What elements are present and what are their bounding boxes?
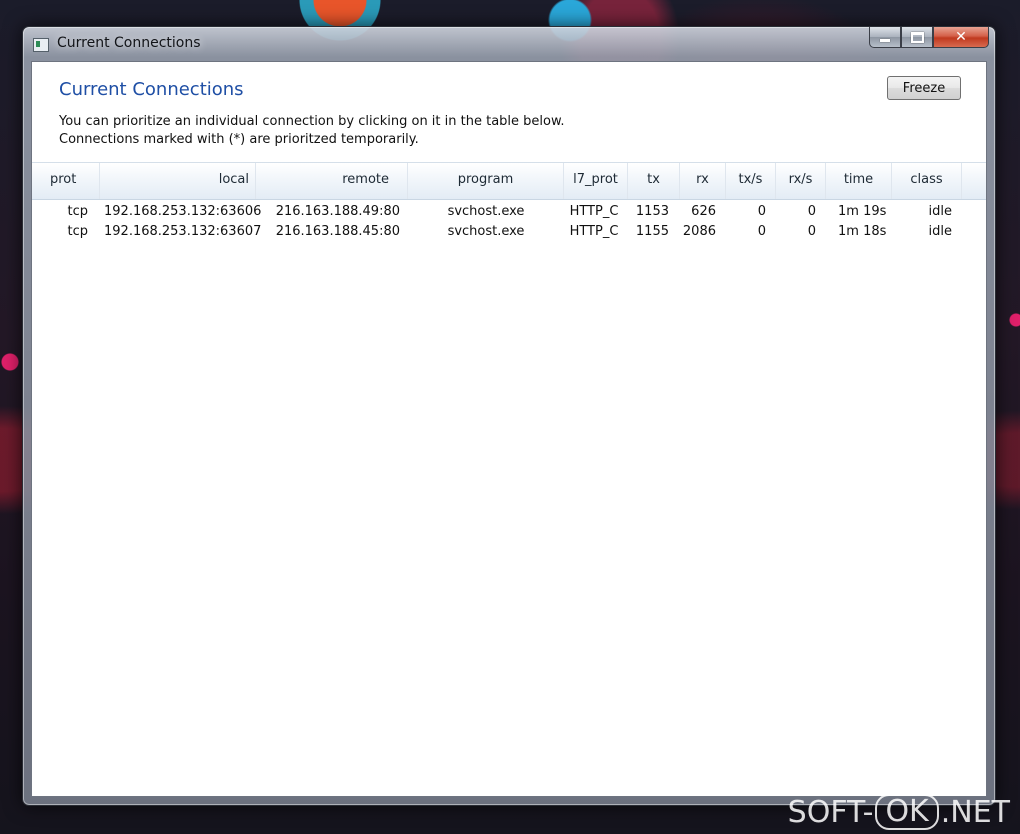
column-header-tx-per-s[interactable]: tx/s: [726, 163, 776, 199]
maximize-button[interactable]: [901, 27, 933, 48]
maximize-icon: [910, 31, 924, 43]
cell-rx: 626: [691, 204, 716, 219]
description-line-2: Connections marked with (*) are prioritz…: [59, 132, 419, 147]
caption-buttons: ✕: [869, 27, 989, 48]
cell-prot: tcp: [67, 224, 89, 239]
column-header-program[interactable]: program: [408, 163, 564, 199]
cell-time: 1m 18s: [838, 224, 887, 239]
table-header: prot local remote program l7_prot tx rx …: [32, 162, 986, 200]
cell-prot: tcp: [67, 204, 89, 219]
page-title: Current Connections: [59, 79, 244, 100]
watermark-text-part3: .NET: [940, 794, 1010, 830]
current-connections-window: Current Connections ✕ Current Connection…: [22, 26, 996, 806]
connections-table: tcp 192.168.253.132:63606 216.163.188.49…: [32, 202, 986, 242]
cell-rx-per-s: 0: [807, 204, 816, 219]
cell-rx-per-s: 0: [807, 224, 816, 239]
close-icon: ✕: [955, 29, 967, 45]
column-header-local[interactable]: local: [100, 163, 256, 199]
cell-tx-per-s: 0: [757, 224, 766, 239]
cell-l7-prot: HTTP_C: [569, 224, 619, 239]
column-header-prot[interactable]: prot: [32, 163, 100, 199]
app-window-icon: [33, 38, 49, 52]
close-button[interactable]: ✕: [933, 27, 989, 48]
cell-l7-prot: HTTP_C: [569, 204, 619, 219]
freeze-button[interactable]: Freeze: [887, 76, 961, 100]
column-header-l7-prot[interactable]: l7_prot: [564, 163, 628, 199]
watermark-text-part1: SOFT-: [787, 794, 874, 830]
cell-tx-per-s: 0: [757, 204, 766, 219]
cell-class: idle: [928, 204, 952, 219]
cell-class: idle: [928, 224, 952, 239]
cell-tx: 1153: [635, 204, 669, 219]
column-header-class[interactable]: class: [892, 163, 962, 199]
cell-program: svchost.exe: [447, 224, 525, 239]
column-header-rx[interactable]: rx: [680, 163, 726, 199]
cell-program: svchost.exe: [447, 204, 525, 219]
column-header-remote[interactable]: remote: [256, 163, 408, 199]
column-header-tx[interactable]: tx: [628, 163, 680, 199]
client-area: Current Connections You can prioritize a…: [31, 61, 987, 797]
minimize-icon: [880, 38, 890, 42]
cell-rx: 2086: [682, 224, 716, 239]
description-line-1: You can prioritize an individual connect…: [59, 114, 565, 129]
minimize-button[interactable]: [869, 27, 901, 48]
cell-remote: 216.163.188.49:80: [275, 204, 400, 219]
title-bar[interactable]: Current Connections ✕: [23, 27, 995, 61]
column-header-rx-per-s[interactable]: rx/s: [776, 163, 826, 199]
cell-local: 192.168.253.132:63607: [104, 224, 262, 239]
table-row[interactable]: tcp 192.168.253.132:63606 216.163.188.49…: [32, 202, 986, 222]
cell-time: 1m 19s: [838, 204, 887, 219]
description: You can prioritize an individual connect…: [59, 113, 565, 149]
table-row[interactable]: tcp 192.168.253.132:63607 216.163.188.45…: [32, 222, 986, 242]
cell-local: 192.168.253.132:63606: [104, 204, 262, 219]
watermark-text-part2: OK: [875, 794, 939, 830]
cell-remote: 216.163.188.45:80: [275, 224, 400, 239]
cell-tx: 1155: [635, 224, 669, 239]
watermark-logo: SOFT- OK .NET: [788, 794, 1010, 830]
window-title: Current Connections: [57, 35, 201, 51]
column-header-time[interactable]: time: [826, 163, 892, 199]
